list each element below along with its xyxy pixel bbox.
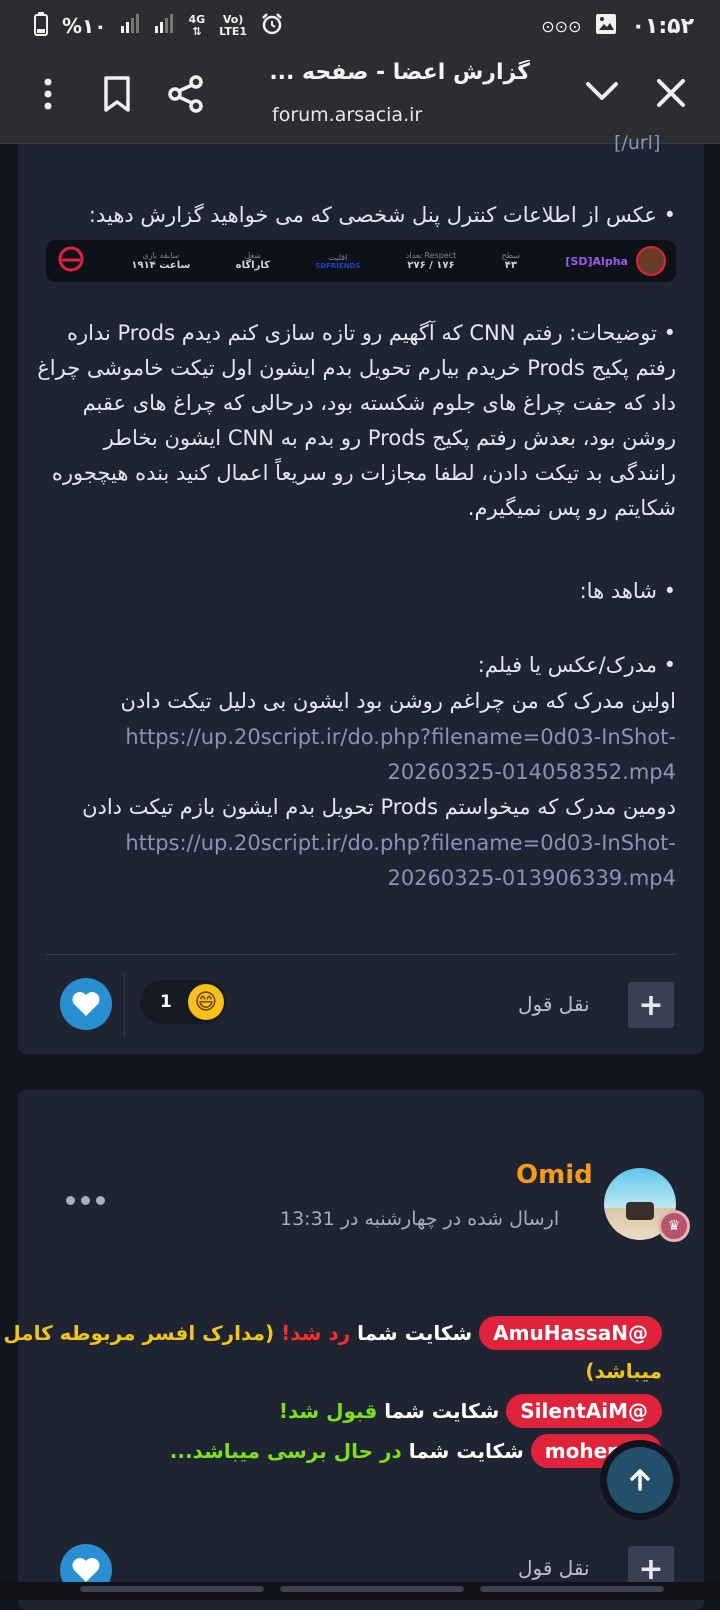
- network-indicator: 4G ⇅: [188, 13, 206, 38]
- evidence-label: • مدرک/عکس یا فیلم:: [477, 653, 676, 677]
- panel-cell-respect: تعداد Respect ۲۷۶ / ۱۷۶: [405, 251, 457, 271]
- evidence2-link-part1[interactable]: https://up.20script.ir/do.php?filename=0…: [125, 831, 676, 855]
- verdict-line-3: mohem@ شکایت شما در حال برسی میباشد...: [170, 1432, 662, 1470]
- mention-user-1[interactable]: AmuHassaN@: [479, 1316, 662, 1350]
- panel-logo-icon: [56, 246, 86, 276]
- image-icon: [595, 13, 617, 40]
- evidence1-link[interactable]: https://up.20script.ir/do.php?filename=0…: [36, 720, 676, 790]
- reaction-count: 1: [160, 992, 172, 1012]
- panel-player: [SD]Alpha: [565, 246, 666, 276]
- multiquote-button[interactable]: +: [628, 982, 674, 1028]
- witnesses-label: • شاهد ها:: [579, 579, 676, 603]
- nav-gesture-pill[interactable]: [280, 1586, 464, 1592]
- page-title: گزارش اعضا - صفحه ...: [270, 60, 530, 85]
- chevron-down-icon[interactable]: [584, 80, 620, 108]
- browser-toolbar: گزارش اعضا - صفحه ... forum.arsacia.ir: [0, 52, 720, 144]
- screenshot-label: • عکس از اطلاعات کنترل پنل شخصی که می خو…: [88, 203, 676, 227]
- evidence1-text: اولین مدرک که من چراغم روشن بود ایشون بی…: [120, 689, 676, 713]
- volte-indicator: Vo) LTE1: [219, 13, 248, 38]
- verdict-line-2: SilentAiM@ شکایت شما قبول شد!: [279, 1392, 662, 1430]
- clock: ۰۱:۵۲: [631, 13, 694, 39]
- bookmark-icon[interactable]: [102, 74, 132, 118]
- post-options-icon[interactable]: [66, 1196, 105, 1205]
- verdict-line-1-continued: میباشد): [585, 1359, 662, 1383]
- page-url: forum.arsacia.ir: [272, 104, 423, 126]
- voicemail-icon: ⊙⊙⊙: [541, 16, 582, 36]
- nav-gesture-pill[interactable]: [480, 1586, 664, 1592]
- arrow-up-icon: [607, 1447, 673, 1513]
- verdict-line-1: AmuHassaN@ شکایت شما رد شد! (مدارک افسر …: [3, 1314, 662, 1352]
- mention-user-2[interactable]: SilentAiM@: [506, 1394, 662, 1428]
- share-icon[interactable]: [166, 74, 206, 118]
- panel-cell-minority: اقلیت SDFRIENDS: [315, 252, 361, 270]
- evidence1-link-part1[interactable]: https://up.20script.ir/do.php?filename=0…: [125, 725, 676, 749]
- close-icon[interactable]: [656, 78, 686, 112]
- signal-icon: [120, 13, 140, 39]
- panel-cell-level: سطح ۴۳: [501, 251, 521, 271]
- signal-icon: [154, 13, 174, 39]
- author-name[interactable]: Omid: [516, 1160, 593, 1190]
- post-meta: ارسال شده در چهارشنبه در 13:31: [280, 1208, 560, 1230]
- battery-icon: [34, 11, 48, 41]
- alarm-icon: [261, 12, 283, 40]
- description-text: • توضیحات: رفتم CNN که آگهیم رو تازه ساز…: [37, 321, 676, 520]
- divider: [46, 954, 676, 955]
- evidence1-link-part2[interactable]: 20260325-014058352.mp4: [387, 760, 676, 784]
- evidence2-link[interactable]: https://up.20script.ir/do.php?filename=0…: [36, 826, 676, 896]
- reaction-divider: [124, 974, 125, 1038]
- reaction-summary[interactable]: 1 😄: [140, 980, 226, 1024]
- quote-button[interactable]: نقل قول: [518, 992, 590, 1016]
- nav-gesture-pill[interactable]: [80, 1586, 264, 1592]
- evidence2-link-part2[interactable]: 20260325-013906339.mp4: [387, 866, 676, 890]
- laugh-emoji-icon: 😄: [187, 984, 224, 1020]
- panel-screenshot: سابقه بازی ۱۹۱۴ ساعت شغل کاراگاه اقلیت SDFR…: [46, 240, 676, 282]
- author-badge-crown-icon: ♛: [658, 1210, 690, 1242]
- battery-percent: %۱۰: [62, 14, 107, 38]
- panel-cell-job: شغل کاراگاه: [235, 251, 270, 271]
- status-bar-left: %۱۰ 4G ⇅ Vo) LTE1: [34, 11, 283, 41]
- panel-player-name: [SD]Alpha: [565, 254, 628, 268]
- truncated-top-text: [/url]: [614, 132, 661, 154]
- evidence2-text: دومین مدرک که میخواستم Prods تحویل بدم ا…: [82, 795, 676, 819]
- status-bar: %۱۰ 4G ⇅ Vo) LTE1 ⊙⊙⊙ ۰۱:۵۲: [0, 0, 720, 52]
- status-bar-right: ⊙⊙⊙ ۰۱:۵۲: [541, 13, 694, 40]
- scroll-to-top-button[interactable]: [600, 1440, 680, 1520]
- panel-cell-playtime: سابقه بازی ۱۹۱۴ ساعت: [131, 251, 191, 271]
- more-icon[interactable]: [38, 74, 58, 118]
- panel-avatar: [635, 246, 666, 276]
- like-heart-button[interactable]: [60, 978, 112, 1030]
- quote-button-2[interactable]: نقل قول: [518, 1556, 590, 1580]
